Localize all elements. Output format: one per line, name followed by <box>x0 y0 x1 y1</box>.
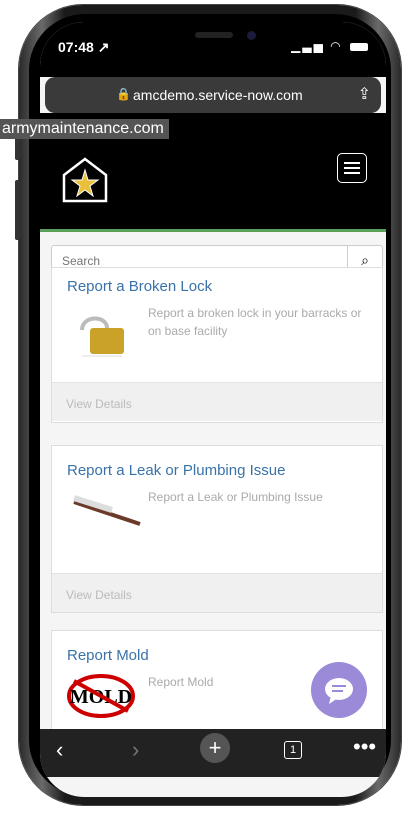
forward-icon[interactable]: › <box>132 737 139 763</box>
card-title[interactable]: Report Mold <box>67 647 149 664</box>
status-time: 07:48 ↗ <box>58 39 110 55</box>
chat-bubble-icon <box>325 678 353 704</box>
battery-icon <box>350 42 368 51</box>
card-footer[interactable]: View Details <box>52 382 382 421</box>
wifi-icon: ◠ <box>330 39 343 53</box>
speaker <box>195 32 233 38</box>
chat-button[interactable] <box>311 662 367 718</box>
home-star-logo[interactable] <box>60 155 110 205</box>
lock-icon: 🔒 <box>116 87 131 101</box>
signal-icon: ▁▃▅ <box>291 39 325 53</box>
url-text: amcdemo.service-now.com <box>133 87 303 103</box>
card-title[interactable]: Report a Broken Lock <box>67 278 212 295</box>
menu-line <box>344 172 360 174</box>
card-description: Report a broken lock in your barracks or… <box>148 306 362 338</box>
back-icon[interactable]: ‹ <box>56 737 63 763</box>
broken-lock-icon <box>72 310 132 365</box>
side-button <box>15 180 20 240</box>
notch <box>137 22 289 52</box>
browser-toolbar: ‹ › + 1 ••• <box>40 729 386 777</box>
catalog-card[interactable]: Report a Broken Lock Report a broken loc… <box>51 267 383 423</box>
system-icons: ▁▃▅ ◠ <box>291 39 368 53</box>
watermark-label: armymaintenance.com <box>0 119 169 139</box>
card-footer[interactable]: View Details <box>52 573 382 612</box>
camera <box>247 31 256 40</box>
view-details-link[interactable]: View Details <box>66 588 132 602</box>
search-icon: ⌕ <box>361 252 369 268</box>
plumbing-pipe-icon <box>72 490 142 535</box>
address-bar[interactable]: 🔒 amcdemo.service-now.com ⇪ <box>45 77 381 113</box>
card-title[interactable]: Report a Leak or Plumbing Issue <box>67 462 285 479</box>
menu-line <box>344 162 360 164</box>
tabs-count-icon[interactable]: 1 <box>284 741 302 759</box>
share-icon[interactable]: ⇪ <box>358 84 371 104</box>
hamburger-menu-button[interactable] <box>337 153 367 183</box>
view-details-link[interactable]: View Details <box>66 397 132 411</box>
no-mold-icon: MOLD <box>66 673 136 724</box>
card-description: Report a Leak or Plumbing Issue <box>148 490 323 504</box>
new-tab-icon[interactable]: + <box>200 733 230 763</box>
more-options-icon[interactable]: ••• <box>353 734 376 760</box>
menu-line <box>344 167 360 169</box>
catalog-card[interactable]: Report a Leak or Plumbing Issue Report a… <box>51 445 383 613</box>
